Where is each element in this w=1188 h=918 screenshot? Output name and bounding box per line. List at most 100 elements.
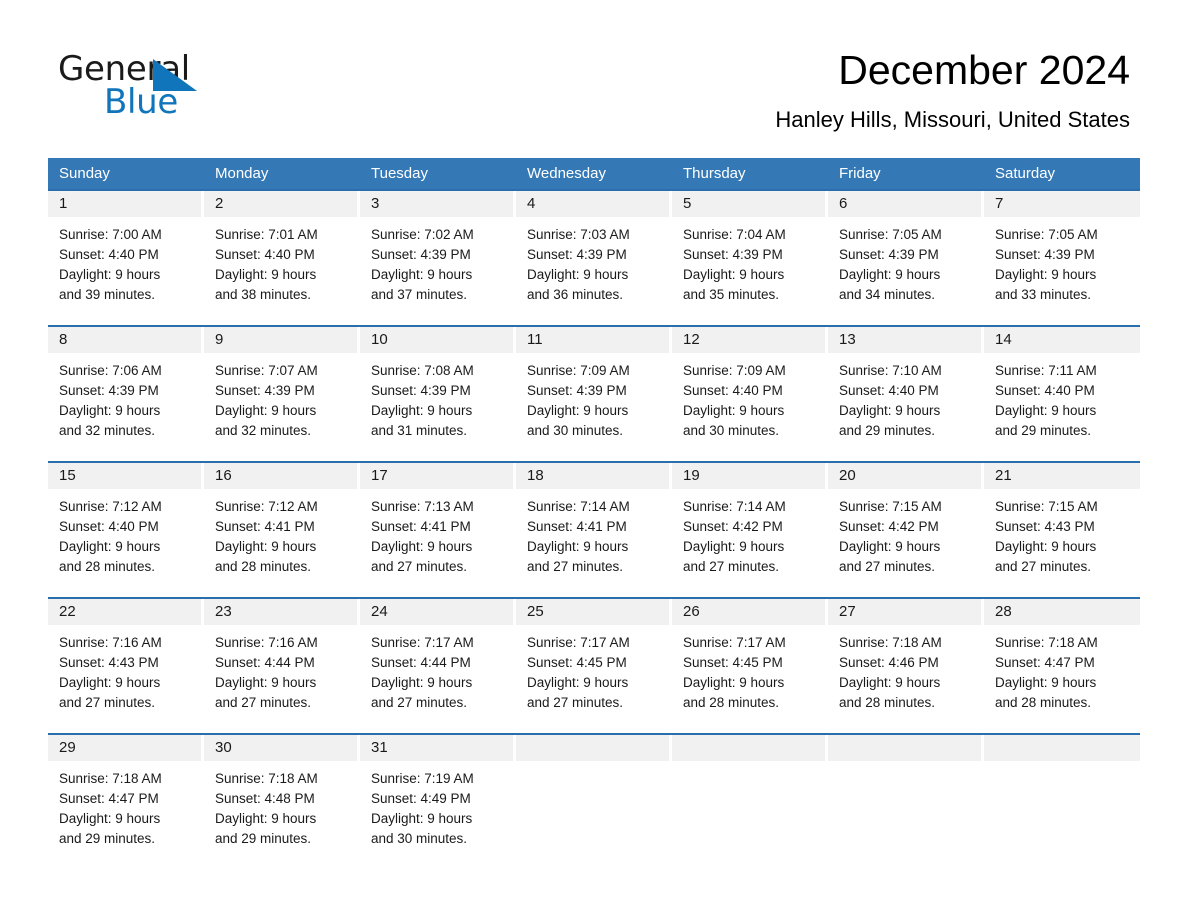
day-cell: Sunrise: 7:08 AM Sunset: 4:39 PM Dayligh… [360,353,516,461]
daylight-text-line1: Daylight: 9 hours [527,403,629,418]
day-number[interactable]: 6 [828,191,984,217]
daylight-text-line2: and 39 minutes. [59,287,156,302]
calendar-table: Sunday Monday Tuesday Wednesday Thursday… [48,158,1140,861]
day-cell: Sunrise: 7:18 AM Sunset: 4:47 PM Dayligh… [48,761,204,861]
daylight-text-line2: and 37 minutes. [371,287,468,302]
day-number[interactable]: 20 [828,463,984,489]
daylight-text-line1: Daylight: 9 hours [371,675,473,690]
daylight-text-line1: Daylight: 9 hours [215,403,317,418]
daylight-text-line2: and 27 minutes. [371,559,468,574]
day-cell-empty [828,761,984,861]
day-cell: Sunrise: 7:13 AM Sunset: 4:41 PM Dayligh… [360,489,516,597]
daylight-text-line1: Daylight: 9 hours [527,675,629,690]
daylight-text-line1: Daylight: 9 hours [839,675,941,690]
day-number[interactable]: 13 [828,327,984,353]
day-number[interactable]: 3 [360,191,516,217]
daylight-text-line2: and 29 minutes. [59,831,156,846]
daylight-text-line2: and 28 minutes. [839,695,936,710]
daylight-text-line1: Daylight: 9 hours [527,267,629,282]
day-number[interactable]: 12 [672,327,828,353]
sunrise-text: Sunrise: 7:09 AM [527,363,630,378]
daylight-text-line1: Daylight: 9 hours [215,675,317,690]
day-number[interactable]: 31 [360,735,516,761]
title-block: December 2024 Hanley Hills, Missouri, Un… [775,46,1130,133]
sunset-text: Sunset: 4:40 PM [683,383,783,398]
daylight-text-line2: and 35 minutes. [683,287,780,302]
sunset-text: Sunset: 4:46 PM [839,655,939,670]
daylight-text-line2: and 30 minutes. [527,423,624,438]
daylight-text-line2: and 27 minutes. [215,695,312,710]
day-number[interactable]: 30 [204,735,360,761]
daylight-text-line1: Daylight: 9 hours [683,267,785,282]
day-number[interactable]: 29 [48,735,204,761]
day-number[interactable]: 26 [672,599,828,625]
day-number[interactable]: 25 [516,599,672,625]
daylight-text-line1: Daylight: 9 hours [371,811,473,826]
day-number[interactable]: 18 [516,463,672,489]
day-number[interactable]: 23 [204,599,360,625]
daylight-text-line1: Daylight: 9 hours [683,403,785,418]
sunset-text: Sunset: 4:39 PM [527,247,627,262]
sunset-text: Sunset: 4:48 PM [215,791,315,806]
day-number[interactable]: 10 [360,327,516,353]
sunrise-text: Sunrise: 7:19 AM [371,771,474,786]
day-cell: Sunrise: 7:09 AM Sunset: 4:39 PM Dayligh… [516,353,672,461]
sunrise-text: Sunrise: 7:06 AM [59,363,162,378]
day-number[interactable]: 9 [204,327,360,353]
daylight-text-line1: Daylight: 9 hours [995,539,1097,554]
day-number[interactable]: 15 [48,463,204,489]
day-number[interactable]: 7 [984,191,1140,217]
day-cell: Sunrise: 7:11 AM Sunset: 4:40 PM Dayligh… [984,353,1140,461]
day-number[interactable]: 1 [48,191,204,217]
day-number[interactable]: 17 [360,463,516,489]
sunset-text: Sunset: 4:39 PM [995,247,1095,262]
day-number[interactable]: 27 [828,599,984,625]
sunrise-text: Sunrise: 7:18 AM [839,635,942,650]
daylight-text-line1: Daylight: 9 hours [59,403,161,418]
daylight-text-line2: and 28 minutes. [59,559,156,574]
sunset-text: Sunset: 4:47 PM [995,655,1095,670]
day-number[interactable]: 2 [204,191,360,217]
weekday-header-thursday: Thursday [683,165,746,182]
sunrise-text: Sunrise: 7:04 AM [683,227,786,242]
day-cell: Sunrise: 7:17 AM Sunset: 4:44 PM Dayligh… [360,625,516,733]
day-number[interactable]: 4 [516,191,672,217]
day-number[interactable]: 28 [984,599,1140,625]
day-cell: Sunrise: 7:09 AM Sunset: 4:40 PM Dayligh… [672,353,828,461]
week-detail-band: Sunrise: 7:00 AM Sunset: 4:40 PM Dayligh… [48,217,1140,325]
sunrise-text: Sunrise: 7:15 AM [839,499,942,514]
day-number[interactable]: 14 [984,327,1140,353]
day-number[interactable]: 11 [516,327,672,353]
sunset-text: Sunset: 4:39 PM [59,383,159,398]
daylight-text-line2: and 27 minutes. [371,695,468,710]
day-cell: Sunrise: 7:04 AM Sunset: 4:39 PM Dayligh… [672,217,828,325]
daylight-text-line2: and 30 minutes. [683,423,780,438]
daylight-text-line1: Daylight: 9 hours [995,675,1097,690]
daylight-text-line2: and 33 minutes. [995,287,1092,302]
day-number[interactable]: 19 [672,463,828,489]
day-number[interactable]: 21 [984,463,1140,489]
day-cell: Sunrise: 7:18 AM Sunset: 4:46 PM Dayligh… [828,625,984,733]
day-number[interactable]: 8 [48,327,204,353]
sunset-text: Sunset: 4:40 PM [995,383,1095,398]
day-number-empty [672,735,828,761]
day-number[interactable]: 5 [672,191,828,217]
day-number[interactable]: 22 [48,599,204,625]
day-number[interactable]: 16 [204,463,360,489]
sunset-text: Sunset: 4:40 PM [59,247,159,262]
daylight-text-line1: Daylight: 9 hours [215,811,317,826]
day-number[interactable]: 24 [360,599,516,625]
weekday-header-sunday: Sunday [59,165,110,182]
day-cell: Sunrise: 7:05 AM Sunset: 4:39 PM Dayligh… [984,217,1140,325]
day-cell: Sunrise: 7:05 AM Sunset: 4:39 PM Dayligh… [828,217,984,325]
sunrise-text: Sunrise: 7:05 AM [995,227,1098,242]
day-cell: Sunrise: 7:15 AM Sunset: 4:43 PM Dayligh… [984,489,1140,597]
sunset-text: Sunset: 4:43 PM [59,655,159,670]
day-cell: Sunrise: 7:06 AM Sunset: 4:39 PM Dayligh… [48,353,204,461]
generalblue-logo[interactable]: General Blue [58,52,318,128]
daylight-text-line1: Daylight: 9 hours [371,267,473,282]
daylight-text-line1: Daylight: 9 hours [839,539,941,554]
daylight-text-line1: Daylight: 9 hours [371,403,473,418]
day-cell: Sunrise: 7:02 AM Sunset: 4:39 PM Dayligh… [360,217,516,325]
logo-text-blue: Blue [104,82,179,122]
